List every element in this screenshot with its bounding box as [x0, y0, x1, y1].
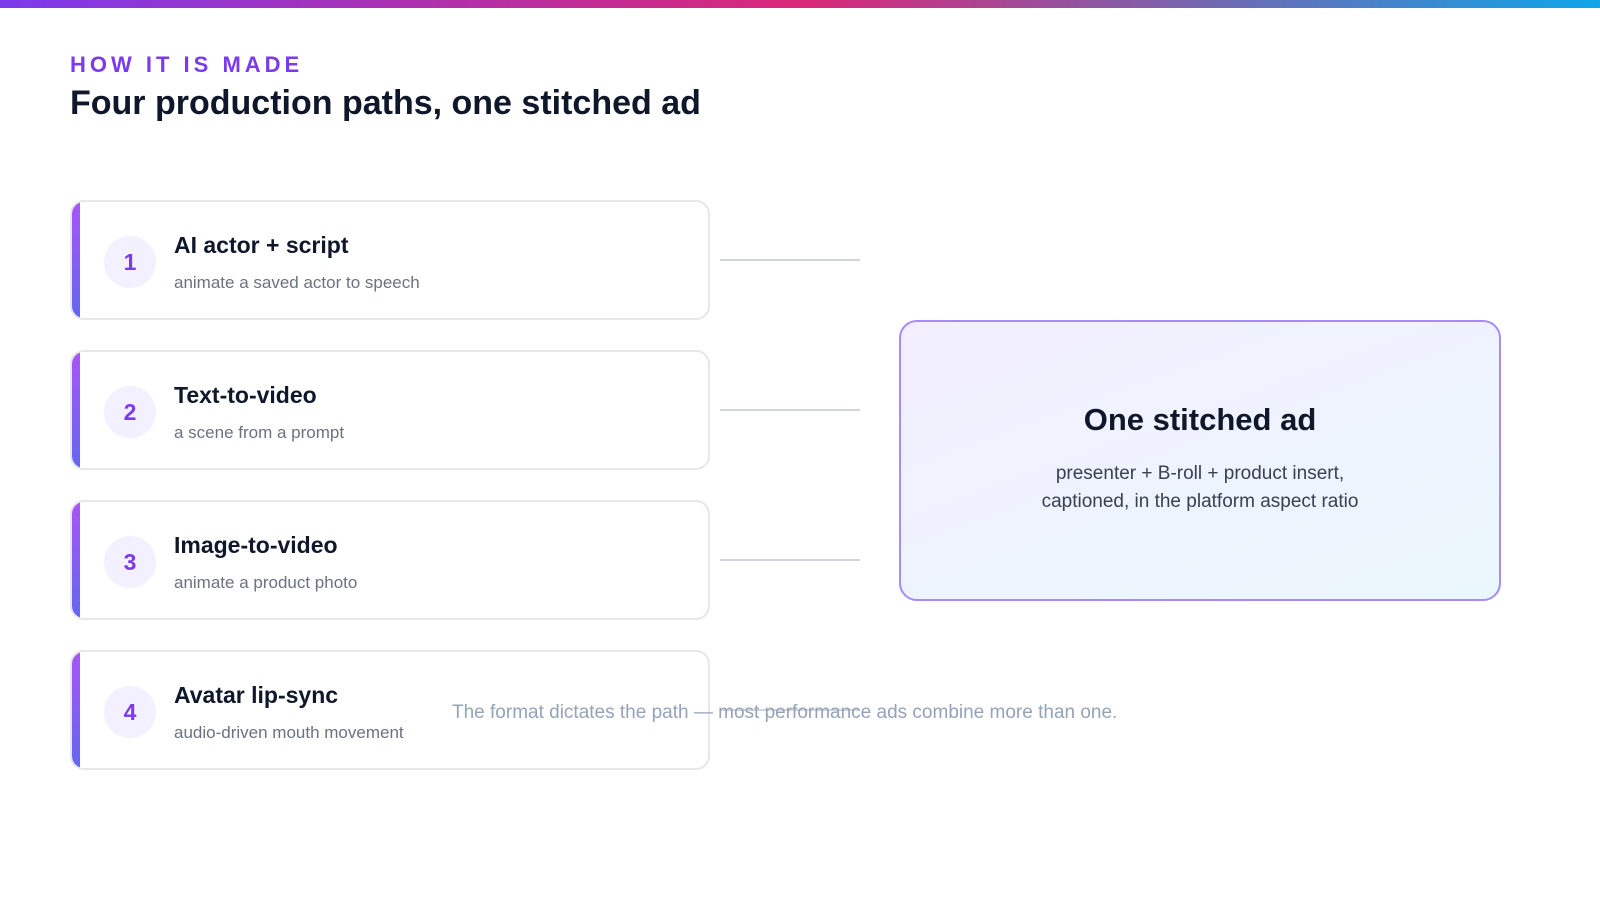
output-stitched-ad-box: One stitched ad presenter + B-roll + pro…: [899, 320, 1501, 601]
step-number-badge: 3: [104, 536, 156, 588]
output-description: presenter + B-roll + product insert, cap…: [901, 460, 1499, 516]
section-eyebrow: HOW IT IS MADE: [70, 52, 304, 77]
step-number-badge: 2: [104, 386, 156, 438]
page-title: Four production paths, one stitched ad: [70, 84, 701, 122]
path-card-image-to-video: 3 Image-to-video animate a product photo: [70, 500, 710, 620]
step-number-badge: 4: [104, 686, 156, 738]
path-subtitle: a scene from a prompt: [174, 423, 345, 442]
path-card-ai-actor: 1 AI actor + script animate a saved acto…: [70, 200, 710, 320]
path-title: Text-to-video: [174, 382, 317, 408]
output-description-line-2: captioned, in the platform aspect ratio: [1041, 491, 1359, 512]
step-number-badge: 1: [104, 236, 156, 288]
connector-line-3: [720, 559, 860, 561]
path-title: Avatar lip-sync: [174, 682, 339, 708]
top-gradient-bar: [0, 0, 1600, 8]
path-subtitle: animate a product photo: [174, 573, 358, 592]
output-description-line-1: presenter + B-roll + product insert,: [1055, 463, 1345, 484]
path-subtitle: audio-driven mouth movement: [174, 723, 404, 742]
footnote: The format dictates the path — most perf…: [452, 702, 1118, 723]
path-card-text-to-video: 2 Text-to-video a scene from a prompt: [70, 350, 710, 470]
connector-line-1: [720, 259, 860, 261]
path-title: Image-to-video: [174, 532, 338, 558]
output-title: One stitched ad: [1083, 402, 1317, 437]
connector-line-2: [720, 409, 860, 411]
path-title: AI actor + script: [174, 232, 349, 258]
path-subtitle: animate a saved actor to speech: [174, 273, 420, 292]
